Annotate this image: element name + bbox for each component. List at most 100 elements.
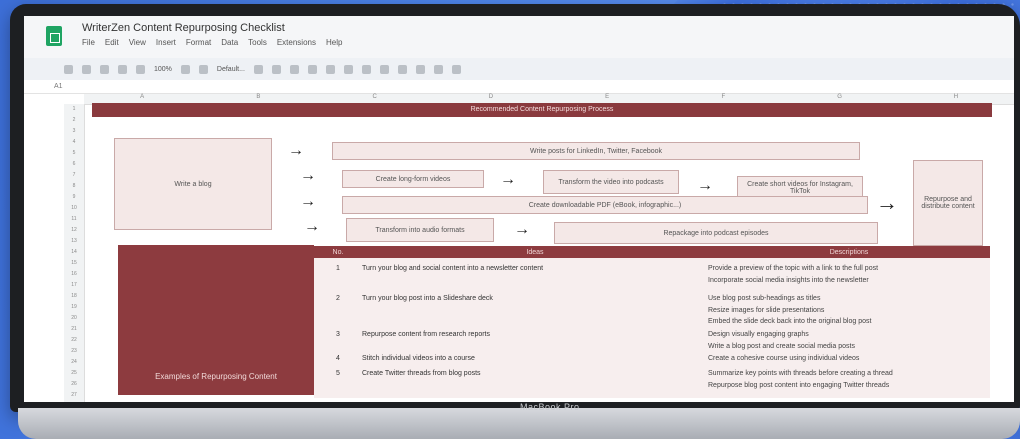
row-header[interactable]: 12: [64, 225, 84, 236]
cell-desc: Design visually engaging graphs: [708, 331, 809, 338]
table-row[interactable]: Repurpose blog post content into engagin…: [314, 382, 990, 389]
row-header[interactable]: 3: [64, 126, 84, 137]
table-row[interactable]: 4 Stitch individual videos into a course…: [314, 355, 990, 362]
sheets-logo-icon[interactable]: [46, 26, 62, 46]
undo-icon[interactable]: [82, 64, 91, 74]
percent-icon[interactable]: [198, 64, 208, 74]
row-header[interactable]: 7: [64, 170, 84, 181]
cell-no: [314, 382, 362, 389]
borders-icon[interactable]: [325, 64, 335, 74]
menu-format[interactable]: Format: [186, 38, 211, 47]
document-title[interactable]: WriterZen Content Repurposing Checklist: [82, 22, 285, 34]
menu-insert[interactable]: Insert: [156, 38, 176, 47]
table-row[interactable]: 2 Turn your blog post into a Slideshare …: [314, 295, 990, 302]
menu-view[interactable]: View: [129, 38, 146, 47]
flow-step-social-posts[interactable]: Write posts for LinkedIn, Twitter, Faceb…: [332, 142, 860, 160]
row-header[interactable]: 2: [64, 115, 84, 126]
functions-icon[interactable]: [451, 64, 461, 74]
table-row[interactable]: 1 Turn your blog and social content into…: [314, 265, 990, 272]
flow-step-podcast-episodes[interactable]: Repackage into podcast episodes: [554, 222, 878, 244]
menu-file[interactable]: File: [82, 38, 95, 47]
row-header[interactable]: 1: [64, 104, 84, 115]
arrow-right-icon: →: [876, 190, 898, 215]
row-header[interactable]: 17: [64, 280, 84, 291]
bold-icon[interactable]: [253, 64, 263, 74]
row-header[interactable]: 4: [64, 137, 84, 148]
row-header[interactable]: 10: [64, 203, 84, 214]
row-header[interactable]: 16: [64, 269, 84, 280]
menu-help[interactable]: Help: [326, 38, 342, 47]
row-header[interactable]: 15: [64, 258, 84, 269]
filter-icon[interactable]: [433, 64, 443, 74]
header-ideas[interactable]: Ideas: [362, 246, 708, 258]
row-header[interactable]: 21: [64, 324, 84, 335]
cell-idea: Turn your blog post into a Slideshare de…: [362, 295, 493, 302]
menu-edit[interactable]: Edit: [105, 38, 119, 47]
zoom-select[interactable]: 100%: [154, 66, 172, 73]
examples-side-label[interactable]: Examples of Repurposing Content: [118, 245, 314, 395]
row-header[interactable]: 26: [64, 379, 84, 390]
menu-data[interactable]: Data: [221, 38, 238, 47]
table-row[interactable]: 5 Create Twitter threads from blog posts…: [314, 370, 990, 377]
print-icon[interactable]: [118, 64, 127, 74]
row-header[interactable]: 23: [64, 346, 84, 357]
row-header[interactable]: 9: [64, 192, 84, 203]
cell-no: [314, 318, 362, 325]
process-banner[interactable]: Recommended Content Repurposing Process: [92, 103, 992, 117]
cell-reference[interactable]: A1: [54, 83, 63, 90]
font-select[interactable]: Default...: [217, 66, 245, 73]
row-header[interactable]: 11: [64, 214, 84, 225]
italic-icon[interactable]: [271, 64, 281, 74]
row-header[interactable]: 13: [64, 236, 84, 247]
row-header[interactable]: 25: [64, 368, 84, 379]
cell-idea: Create Twitter threads from blog posts: [362, 370, 481, 377]
cell-desc: Summarize key points with threads before…: [708, 370, 893, 377]
chart-icon[interactable]: [415, 64, 425, 74]
table-row[interactable]: Incorporate social media insights into t…: [314, 277, 990, 284]
flow-step-audio[interactable]: Transform into audio formats: [346, 218, 494, 242]
header-no[interactable]: No.: [314, 246, 362, 258]
table-row[interactable]: Resize images for slide presentations: [314, 307, 990, 314]
formula-bar[interactable]: A1: [24, 80, 1014, 94]
redo-icon[interactable]: [100, 64, 109, 74]
link-icon[interactable]: [379, 64, 389, 74]
align-icon[interactable]: [361, 64, 371, 74]
menu-extensions[interactable]: Extensions: [277, 38, 316, 47]
table-row[interactable]: Embed the slide deck back into the origi…: [314, 318, 990, 325]
cell-desc: Repurpose blog post content into engagin…: [708, 382, 890, 389]
arrow-right-icon: →: [500, 171, 516, 188]
row-header[interactable]: 5: [64, 148, 84, 159]
row-header[interactable]: 6: [64, 159, 84, 170]
row-header[interactable]: 18: [64, 291, 84, 302]
row-header[interactable]: 22: [64, 335, 84, 346]
arrow-right-icon: →: [288, 142, 304, 159]
search-icon[interactable]: [64, 64, 73, 74]
merge-cells-icon[interactable]: [343, 64, 353, 74]
fill-color-icon[interactable]: [307, 64, 317, 74]
source-write-blog[interactable]: Write a blog: [114, 138, 272, 230]
flow-step-long-videos[interactable]: Create long-form videos: [342, 170, 484, 188]
text-color-icon[interactable]: [289, 64, 299, 74]
table-row[interactable]: Write a blog post and create social medi…: [314, 343, 990, 350]
distribute-box[interactable]: Repurpose and distribute content: [913, 160, 983, 246]
arrow-right-icon: →: [697, 177, 713, 194]
row-header[interactable]: 20: [64, 313, 84, 324]
laptop-base: [18, 408, 1020, 439]
table-row[interactable]: 3 Repurpose content from research report…: [314, 331, 990, 338]
row-header[interactable]: 24: [64, 357, 84, 368]
cell-desc: Incorporate social media insights into t…: [708, 277, 869, 284]
currency-icon[interactable]: [180, 64, 190, 74]
row-header[interactable]: 14: [64, 247, 84, 258]
cell-idea: [362, 307, 708, 314]
header-descriptions[interactable]: Descriptions: [708, 246, 990, 258]
menu-tools[interactable]: Tools: [248, 38, 267, 47]
comment-icon[interactable]: [397, 64, 407, 74]
arrow-right-icon: →: [514, 221, 530, 238]
paint-format-icon[interactable]: [136, 64, 145, 74]
row-header[interactable]: 8: [64, 181, 84, 192]
row-header[interactable]: 27: [64, 390, 84, 401]
row-header[interactable]: 19: [64, 302, 84, 313]
flow-step-downloadable-pdf[interactable]: Create downloadable PDF (eBook, infograp…: [342, 196, 868, 214]
flow-step-podcasts[interactable]: Transform the video into podcasts: [543, 170, 679, 194]
toolbar: 100% Default...: [24, 58, 1014, 80]
